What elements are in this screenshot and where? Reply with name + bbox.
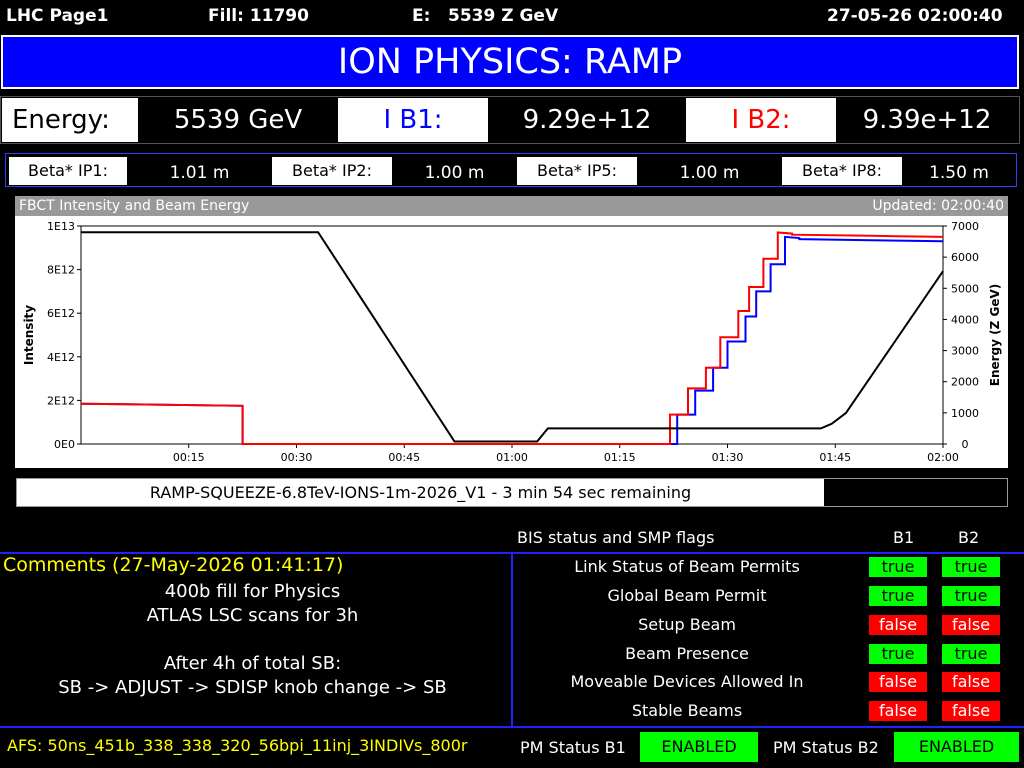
y2-tick-label: 0 <box>962 438 969 451</box>
comments-title: Comments (27-May-2026 01:41:17) <box>3 554 344 576</box>
y2-tick-label: 7000 <box>951 220 979 233</box>
x-tick-label: 02:00 <box>927 451 959 464</box>
y-tick-label: 1E13 <box>47 220 75 233</box>
x-tick-label: 01:45 <box>819 451 851 464</box>
flag-b1-setup-beam: false <box>869 615 927 635</box>
energy-label: Energy: <box>2 98 138 142</box>
beta-ip8-label: Beta* IP8: <box>782 157 902 185</box>
bis-col-b2: B2 <box>958 528 980 547</box>
bis-title: BIS status and SMP flags <box>517 528 715 547</box>
fill-number: Fill: 11790 <box>208 6 309 26</box>
flag-b1-beam-presence: true <box>869 644 927 664</box>
y-tick-label: 6E12 <box>47 307 75 320</box>
flag-b2-stable-beams: false <box>942 701 1000 721</box>
flag-b2-movable-devices: false <box>942 672 1000 692</box>
flag-label-stable-beams: Stable Beams <box>631 701 743 720</box>
bis-col-b1: B1 <box>893 528 915 547</box>
x-tick-label: 01:30 <box>712 451 744 464</box>
y-tick-label: 0E0 <box>54 438 75 451</box>
intensity-energy-chart: 0E0 2E12 4E12 6E12 8E12 1E13 0 1000 2000 3000 4000… <box>22 220 1002 464</box>
ib2-label: I B2: <box>686 98 836 142</box>
beta-ip1-label: Beta* IP1: <box>9 157 127 185</box>
flag-label-link-status: Link Status of Beam Permits <box>574 557 800 576</box>
y2-tick-label: 6000 <box>951 251 979 264</box>
x-tick-label: 01:00 <box>496 451 528 464</box>
page-name: LHC Page1 <box>6 6 109 26</box>
mode-banner: ION PHYSICS: RAMP <box>1 35 1019 89</box>
y-tick-label: 2E12 <box>47 394 75 407</box>
header-datetime: 27-05-26 02:00:40 <box>827 6 1003 26</box>
beta-ip1-value: 1.01 m <box>127 157 272 185</box>
energy-header-label: E: <box>412 6 431 26</box>
flag-label-setup-beam: Setup Beam <box>638 615 736 634</box>
x-tick-label: 01:15 <box>604 451 636 464</box>
plot-area <box>80 225 944 445</box>
pm-b1-label: PM Status B1 <box>520 738 626 757</box>
flag-b1-link-status: true <box>869 557 927 577</box>
x-tick-label: 00:15 <box>173 451 205 464</box>
comment-line-2: ATLAS LSC scans for 3h <box>146 605 359 626</box>
y-tick-label: 4E12 <box>47 351 75 364</box>
chart-updated: Updated: 02:00:40 <box>872 198 1004 214</box>
y-axis-label: Intensity <box>22 305 36 365</box>
pm-b2-status: ENABLED <box>894 732 1019 762</box>
flag-b1-global-permit: true <box>869 586 927 606</box>
beta-ip2-label: Beta* IP2: <box>272 157 392 185</box>
flag-b2-global-permit: true <box>942 586 1000 606</box>
ib1-label: I B1: <box>338 98 488 142</box>
chart-title: FBCT Intensity and Beam Energy <box>19 198 250 214</box>
energy-header-value: 5539 Z GeV <box>448 6 559 26</box>
y2-axis-label: Energy (Z GeV) <box>988 284 1002 387</box>
beta-ip5-value: 1.00 m <box>637 157 782 185</box>
y2-tick-label: 1000 <box>951 407 979 420</box>
flag-label-beam-presence: Beam Presence <box>625 644 749 663</box>
ib1-value: 9.29e+12 <box>522 105 652 135</box>
flag-b2-link-status: true <box>942 557 1000 577</box>
flag-b1-movable-devices: false <box>869 672 927 692</box>
mode-title: ION PHYSICS: RAMP <box>337 42 683 82</box>
y2-tick-label: 3000 <box>951 345 979 358</box>
y2-tick-label: 2000 <box>951 376 979 389</box>
comment-line-5: SB -> ADJUST -> SDISP knob change -> SB <box>58 677 447 698</box>
ramp-progress-text: RAMP-SQUEEZE-6.8TeV-IONS-1m-2026_V1 - 3 … <box>149 483 692 502</box>
y2-tick-label: 5000 <box>951 282 979 295</box>
flag-b2-setup-beam: false <box>942 615 1000 635</box>
y-tick-label: 8E12 <box>47 264 75 277</box>
x-tick-label: 00:30 <box>281 451 313 464</box>
flag-label-global-permit: Global Beam Permit <box>607 586 767 605</box>
flag-label-movable-devices: Moveable Devices Allowed In <box>570 672 804 691</box>
comment-line-4: After 4h of total SB: <box>163 653 342 674</box>
footer-divider <box>0 726 1024 728</box>
chart-title-bar: FBCT Intensity and Beam Energy Updated: … <box>15 196 1008 216</box>
beta-ip2-value: 1.00 m <box>392 157 517 185</box>
flag-b1-stable-beams: false <box>869 701 927 721</box>
pm-b1-status: ENABLED <box>640 732 758 762</box>
x-tick-label: 00:45 <box>388 451 420 464</box>
comment-line-1: 400b fill for Physics <box>164 581 341 602</box>
pm-b2-label: PM Status B2 <box>773 738 879 757</box>
y2-tick-label: 4000 <box>951 313 979 326</box>
ib2-value: 9.39e+12 <box>862 105 992 135</box>
flag-b2-beam-presence: true <box>942 644 1000 664</box>
afs-filling-scheme: AFS: 50ns_451b_338_338_320_56bpi_11inj_3… <box>7 736 468 755</box>
energy-value: 5539 GeV <box>173 105 303 135</box>
beta-ip5-label: Beta* IP5: <box>517 157 637 185</box>
beta-ip8-value: 1.50 m <box>902 157 1016 185</box>
